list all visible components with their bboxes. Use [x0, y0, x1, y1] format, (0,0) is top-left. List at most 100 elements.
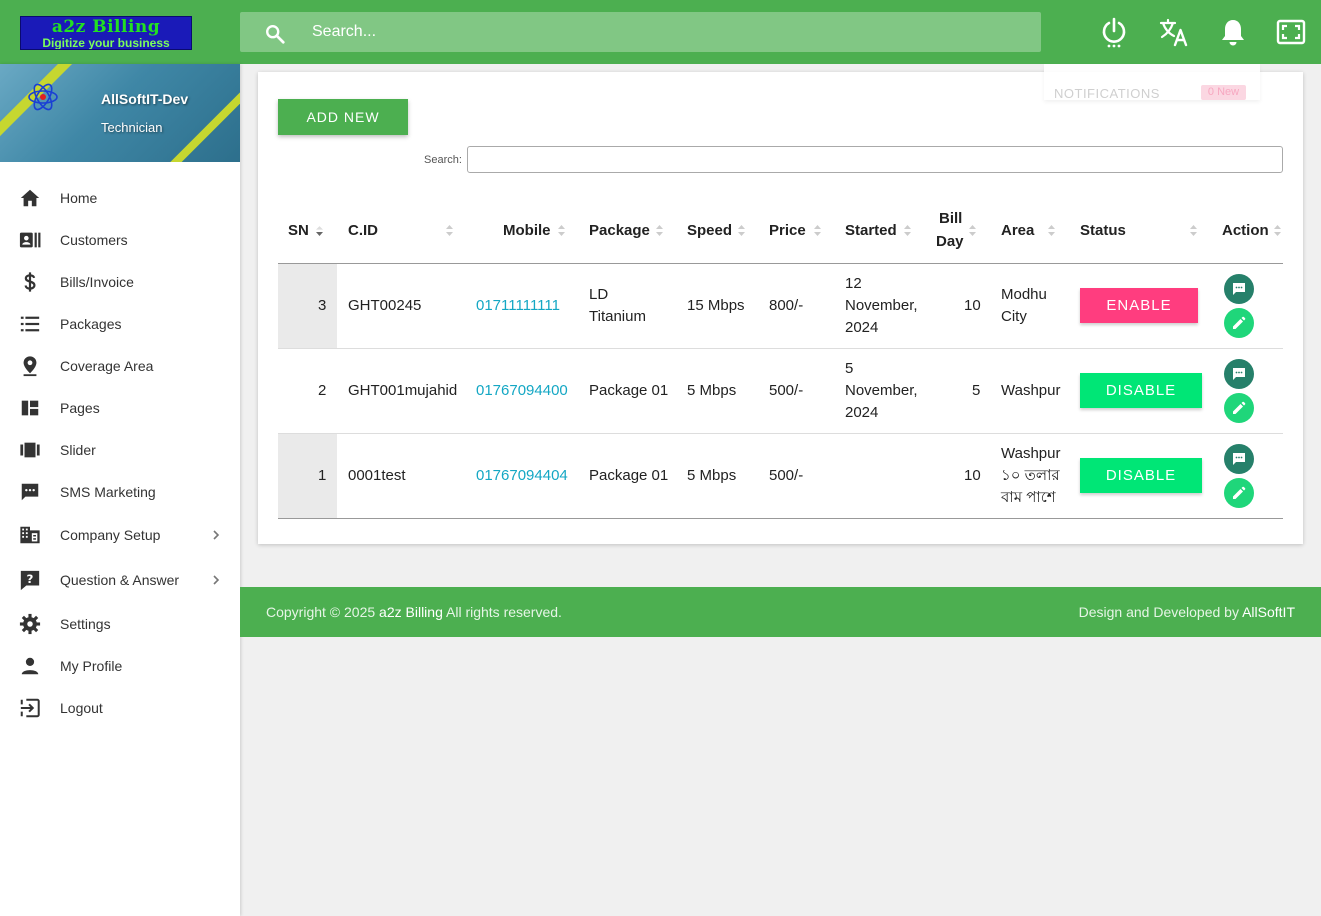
column-header-sn[interactable]: SN [278, 198, 338, 262]
edit-button[interactable] [1224, 393, 1254, 423]
nav-item-settings[interactable]: Settings [0, 604, 240, 644]
notifications-dropdown[interactable]: NOTIFICATIONS 0 New [1044, 64, 1260, 101]
column-header-label: Mobile [503, 222, 551, 239]
column-header-label: Day [936, 233, 964, 250]
fullscreen-icon[interactable] [1275, 16, 1307, 48]
cell-bill-day: 5 [972, 382, 981, 399]
avatar[interactable] [26, 80, 60, 114]
sort-icon [1274, 225, 1281, 236]
column-header-cid[interactable]: C.ID [338, 198, 467, 262]
nav-label: Settings [60, 616, 111, 632]
logo[interactable]: a2z Billing Digitize your business [20, 16, 192, 50]
message-button[interactable] [1224, 274, 1254, 304]
nav-item-my-profile[interactable]: My Profile [0, 646, 240, 686]
table-row: 3 GHT00245 01711111111 LD Titanium 15 Mb… [278, 264, 1283, 349]
nav-item-sms-marketing[interactable]: SMS Marketing [0, 472, 240, 512]
user-banner: AllSoftIT-Dev Technician [0, 64, 240, 162]
sn-cell-bg [278, 434, 337, 518]
nav-item-bills[interactable]: Bills/Invoice [0, 262, 240, 302]
edit-button[interactable] [1224, 308, 1254, 338]
nav-label: Slider [60, 442, 96, 458]
cell-started: 2024 [845, 404, 879, 421]
cell-price: 800/- [769, 297, 804, 314]
copyright-rights: All rights reserved. [442, 604, 562, 620]
sort-icon [904, 225, 911, 236]
cell-mobile-link[interactable]: 01711111111 [476, 297, 560, 314]
logout-icon [20, 698, 40, 718]
nav-item-customers[interactable]: Customers [0, 220, 240, 260]
message-button[interactable] [1224, 359, 1254, 389]
cell-speed: 5 Mbps [687, 467, 737, 484]
cell-mobile-link[interactable]: 01767094404 [476, 467, 568, 484]
cell-cid: GHT001mujahid [348, 382, 458, 399]
column-header-label: Action [1222, 222, 1269, 239]
enable-button[interactable]: ENABLE [1080, 288, 1198, 323]
footer-credit: Design and Developed by AllSoftIT [1079, 604, 1295, 620]
banner-stripe [160, 64, 240, 162]
chevron-right-icon [213, 530, 220, 540]
cell-speed: 15 Mbps [687, 297, 745, 314]
column-header-speed[interactable]: Speed [677, 198, 760, 262]
disable-button[interactable]: DISABLE [1080, 458, 1202, 493]
add-new-button[interactable]: ADD NEW [278, 99, 408, 135]
user-name: AllSoftIT-Dev [101, 91, 189, 107]
sms-icon [21, 483, 39, 501]
column-header-label: Speed [687, 222, 733, 239]
footer: Copyright © 2025 a2z Billing All rights … [240, 587, 1321, 637]
cell-speed: 5 Mbps [687, 382, 737, 399]
svg-text:?: ? [27, 572, 34, 586]
message-button[interactable] [1224, 444, 1254, 474]
cell-started: November, [845, 297, 918, 314]
location-pin-icon [23, 356, 37, 377]
sn-cell-bg [278, 264, 337, 348]
column-header-mobile[interactable]: Mobile [467, 198, 579, 262]
column-header-started[interactable]: Started [835, 198, 926, 262]
nav-item-slider[interactable]: Slider [0, 430, 240, 470]
nav-item-pages[interactable]: Pages [0, 388, 240, 428]
bell-icon[interactable] [1217, 16, 1249, 48]
home-icon [20, 189, 40, 207]
global-search-input[interactable] [312, 12, 1012, 52]
nav-label: Company Setup [60, 527, 161, 543]
top-bar: a2z Billing Digitize your business [0, 0, 1321, 64]
cell-area: Washpur [1001, 445, 1061, 462]
list-icon [20, 316, 40, 332]
pencil-icon [1233, 401, 1246, 414]
power-icon[interactable] [1098, 16, 1130, 48]
sort-icon [446, 225, 453, 236]
column-header-package[interactable]: Package [579, 198, 677, 262]
logo-tagline: Digitize your business [42, 36, 170, 50]
credit-prefix: Design and Developed by [1078, 604, 1243, 620]
footer-brand: a2z Billing [379, 604, 443, 620]
footer-copyright: Copyright © 2025 a2z Billing All rights … [266, 604, 562, 620]
copyright-prefix: Copyright © 2025 [266, 604, 380, 620]
search-icon[interactable] [264, 23, 286, 45]
column-header-action[interactable]: Action [1212, 198, 1283, 262]
cell-started: 2024 [845, 319, 879, 336]
sort-icon [1190, 225, 1197, 236]
cell-package: LD [589, 286, 609, 303]
cell-started: 5 [845, 360, 854, 377]
nav-label: SMS Marketing [60, 484, 156, 500]
nav-item-logout[interactable]: Logout [0, 688, 240, 728]
cell-price: 500/- [769, 467, 804, 484]
column-header-price[interactable]: Price [760, 198, 835, 262]
sn-cell-bg [278, 349, 337, 433]
table-search-label: Search: [424, 154, 462, 166]
edit-button[interactable] [1224, 478, 1254, 508]
nav-item-coverage-area[interactable]: Coverage Area [0, 346, 240, 386]
column-header-status[interactable]: Status [1070, 198, 1212, 262]
nav-item-packages[interactable]: Packages [0, 304, 240, 344]
cell-mobile-link[interactable]: 01767094400 [476, 382, 568, 399]
column-header-bill-day[interactable]: Bill Day [926, 198, 990, 262]
translate-icon[interactable] [1158, 16, 1190, 48]
notifications-badge: 0 New [1201, 85, 1246, 100]
column-header-area[interactable]: Area [990, 198, 1070, 262]
nav-label: My Profile [60, 658, 123, 674]
sidebar: AllSoftIT-Dev Technician Home Customers … [0, 64, 240, 916]
nav-item-company-setup[interactable]: Company Setup [0, 515, 240, 555]
nav-item-question-answer[interactable]: ? Question & Answer [0, 560, 240, 600]
disable-button[interactable]: DISABLE [1080, 373, 1202, 408]
nav-item-home[interactable]: Home [0, 178, 240, 218]
table-search-input[interactable] [467, 146, 1283, 173]
